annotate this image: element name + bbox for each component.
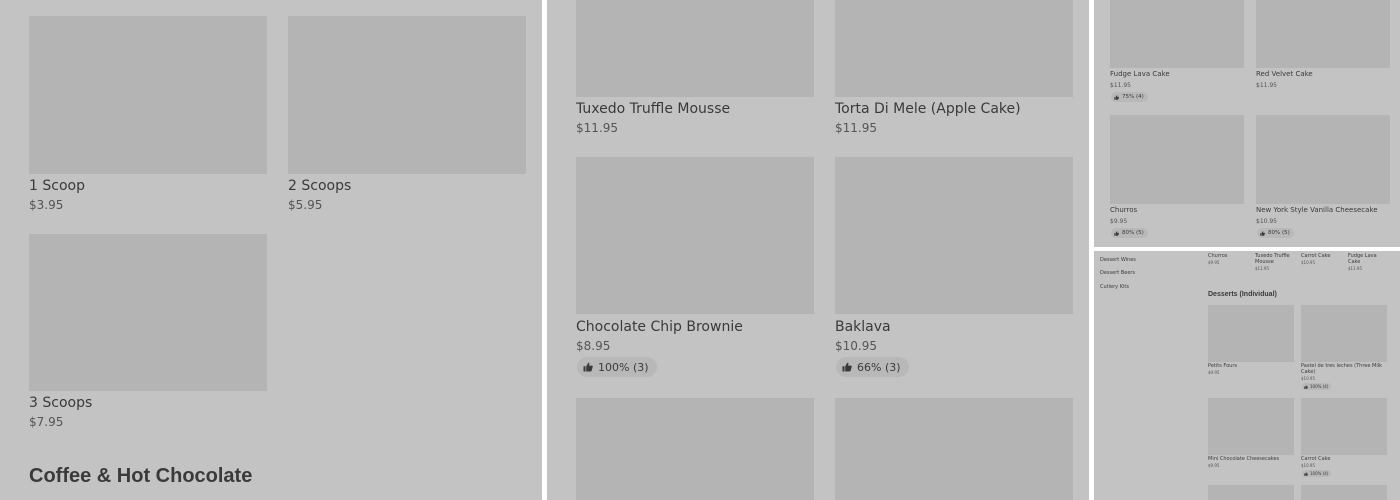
item-image-placeholder — [1256, 115, 1390, 204]
item-price: $7.95 — [29, 415, 64, 429]
menu-panel-desserts: Tuxedo Truffle Mousse $11.95 Torta Di Me… — [547, 0, 1089, 500]
item-name: Fudge Lava Cake — [1110, 70, 1170, 78]
thumbs-up-icon — [583, 362, 593, 372]
thumbs-up-icon — [1304, 384, 1308, 389]
rating-badge: 100% (4) — [1302, 383, 1332, 390]
item-price: $9.95 — [1208, 463, 1220, 468]
section-heading: Desserts (Individual) — [1208, 291, 1277, 298]
item-price: $11.95 — [1348, 266, 1362, 271]
menu-panel-cakes: Fudge Lava Cake $11.95 75% (4) Red Velve… — [1094, 0, 1400, 247]
rating-badge: 75% (4) — [1111, 92, 1148, 102]
item-image-placeholder[interactable] — [1301, 485, 1387, 500]
rating-text: 66% (3) — [857, 360, 901, 374]
item-name: Mini Chocolate Cheesecakes — [1208, 456, 1280, 462]
item-price: $11.95 — [576, 121, 618, 135]
item-image-placeholder[interactable] — [835, 398, 1073, 500]
thumbs-up-icon — [1260, 230, 1265, 236]
item-name: 3 Scoops — [29, 395, 93, 411]
rating-badge: 80% (5) — [1257, 228, 1294, 238]
item-name: New York Style Vanilla Cheesecake — [1256, 206, 1378, 214]
item-price: $9.95 — [1208, 260, 1220, 265]
rating-text: 80% (5) — [1122, 230, 1144, 236]
item-image-placeholder[interactable] — [576, 398, 814, 500]
item-image-placeholder — [576, 0, 814, 97]
thumbs-up-icon — [1114, 230, 1119, 236]
sidebar-item-cutlery-kits[interactable]: Cutlery Kits — [1100, 284, 1129, 290]
item-image-placeholder — [288, 16, 526, 174]
item-price: $9.95 — [1208, 370, 1220, 375]
section-heading: Coffee & Hot Chocolate — [29, 465, 253, 487]
item-price: $10.95 — [1301, 376, 1315, 381]
rating-text: 100% (4) — [1310, 471, 1329, 476]
item-name: Tuxedo Truffle Mousse — [576, 101, 731, 117]
item-name: Carrot Cake — [1301, 456, 1331, 462]
menu-panel-overview: Dessert Wines Dessert Beers Cutlery Kits… — [1094, 251, 1400, 500]
item-price: $11.95 — [1110, 82, 1131, 89]
item-name: Churros — [1110, 206, 1138, 214]
sidebar-item-dessert-wines[interactable]: Dessert Wines — [1100, 257, 1136, 263]
rating-badge: 100% (4) — [1302, 470, 1332, 477]
item-price: $10.95 — [835, 339, 877, 353]
item-name: Churros — [1208, 253, 1228, 259]
thumbs-up-icon — [842, 362, 852, 372]
item-image-placeholder — [1110, 0, 1244, 68]
item-name: Torta Di Mele (Apple Cake) — [835, 101, 1021, 117]
item-image-placeholder — [1208, 398, 1294, 455]
item-image-placeholder — [1110, 115, 1244, 204]
rating-badge: 80% (5) — [1111, 228, 1148, 238]
item-name: Petits Fours — [1208, 363, 1238, 369]
item-image-placeholder[interactable] — [1208, 485, 1294, 500]
item-name: 1 Scoop — [29, 178, 85, 194]
item-image-placeholder — [1208, 305, 1294, 362]
rating-badge: 100% (3) — [577, 357, 657, 377]
item-price: $5.95 — [288, 198, 323, 212]
thumbs-up-icon — [1114, 94, 1119, 100]
item-price: $9.95 — [1110, 218, 1128, 225]
item-price: $10.95 — [1301, 260, 1315, 265]
thumbs-up-icon — [1304, 471, 1308, 476]
item-price: $10.95 — [1301, 463, 1315, 468]
item-image-placeholder — [576, 157, 814, 314]
rating-badge: 66% (3) — [836, 357, 909, 377]
item-name: Baklava — [835, 319, 891, 335]
item-image-placeholder — [835, 0, 1073, 97]
item-name: Red Velvet Cake — [1256, 70, 1313, 78]
item-image-placeholder — [29, 234, 267, 391]
rating-text: 100% (4) — [1310, 384, 1329, 389]
item-name: 2 Scoops — [288, 178, 352, 194]
item-name: Pastel de tres leches (Three Milk Cake) — [1301, 363, 1382, 375]
item-name: Tuxedo Truffle Mousse — [1255, 253, 1290, 265]
item-price: $11.95 — [835, 121, 877, 135]
sidebar-item-dessert-beers[interactable]: Dessert Beers — [1100, 270, 1135, 276]
item-name: Fudge Lava Cake — [1348, 253, 1377, 265]
menu-panel-ice-cream: 1 Scoop $3.95 2 Scoops $5.95 3 Scoops $7… — [0, 0, 542, 500]
item-image-placeholder — [835, 157, 1073, 314]
item-price: $11.95 — [1255, 266, 1269, 271]
rating-text: 80% (5) — [1268, 230, 1290, 236]
item-price: $8.95 — [576, 339, 611, 353]
item-image-placeholder — [1256, 0, 1390, 68]
item-price: $3.95 — [29, 198, 64, 212]
rating-text: 100% (3) — [598, 360, 649, 374]
item-name: Carrot Cake — [1301, 253, 1331, 259]
item-name: Chocolate Chip Brownie — [576, 319, 743, 335]
item-image-placeholder — [29, 16, 267, 174]
item-price: $11.95 — [1256, 82, 1277, 89]
item-image-placeholder — [1301, 305, 1387, 362]
item-image-placeholder — [1301, 398, 1387, 455]
rating-text: 75% (4) — [1122, 94, 1144, 100]
item-price: $10.95 — [1256, 218, 1277, 225]
